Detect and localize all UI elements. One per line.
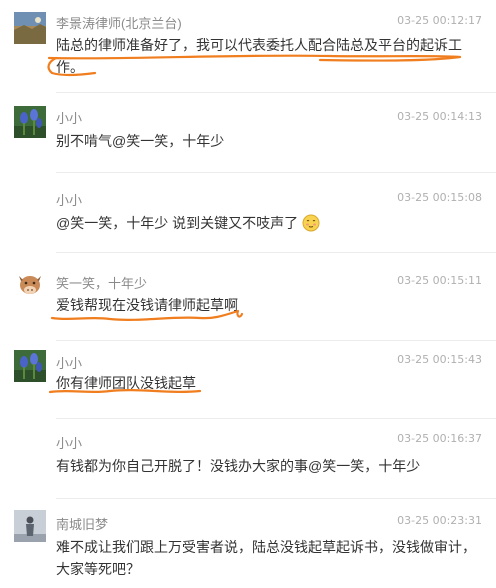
landscape-avatar-icon[interactable] <box>14 12 46 44</box>
comment-username[interactable]: 南城旧梦 <box>56 514 108 533</box>
comment-item: 小小 03-25 00:15:08 @笑一笑，十年少 说到关键又不吱声了 <box>0 172 496 252</box>
comment-item: 南城旧梦 03-25 00:23:31 难不成让我们跟上万受害者说，陆总没钱起草… <box>0 498 496 588</box>
comment-username[interactable]: 小小 <box>56 190 82 209</box>
comment-username[interactable]: 李景涛律师(北京兰台) <box>56 13 182 32</box>
comment-timestamp: 03-25 00:23:31 <box>397 514 482 527</box>
comment-username[interactable]: 小小 <box>56 108 82 127</box>
comment-text: 你有律师团队没钱起草 <box>56 375 196 391</box>
comment-username[interactable]: 笑一笑，十年少 <box>56 273 147 292</box>
comment-timestamp: 03-25 00:15:43 <box>397 353 482 366</box>
cow-avatar-icon[interactable] <box>14 268 46 300</box>
comment-username[interactable]: 小小 <box>56 433 82 452</box>
comment-text: 爱钱帮现在没钱请律师起草啊 <box>56 297 238 313</box>
comment-item: 小小 03-25 00:14:13 别不啃气@笑一笑，十年少 <box>0 92 496 172</box>
comment-timestamp: 03-25 00:14:13 <box>397 110 482 123</box>
comment-text: 陆总的律师准备好了，我可以代表委托人配合陆总及平台的起诉工作。 <box>56 37 462 75</box>
flower-avatar-icon[interactable] <box>14 350 46 382</box>
comment-timestamp: 03-25 00:15:11 <box>397 274 482 287</box>
comment-text: 难不成让我们跟上万受害者说，陆总没钱起草起诉书，没钱做审计，大家等死吧？ <box>56 539 476 577</box>
comment-text-body: @笑一笑，十年少 说到关键又不吱声了 <box>56 215 299 231</box>
comment-item: 小小 03-25 00:16:37 有钱都为你自己开脱了！没钱办大家的事@笑一笑… <box>0 418 496 498</box>
blush-emoji-icon <box>302 214 320 232</box>
comment-item: 小小 03-25 00:15:43 你有律师团队没钱起草 <box>0 340 496 418</box>
comment-timestamp: 03-25 00:15:08 <box>397 191 482 204</box>
comment-timestamp: 03-25 00:12:17 <box>397 14 482 27</box>
flower-avatar-icon[interactable] <box>14 106 46 138</box>
comment-item: 李景涛律师(北京兰台) 03-25 00:12:17 陆总的律师准备好了，我可以… <box>0 0 496 92</box>
comment-timestamp: 03-25 00:16:37 <box>397 432 482 445</box>
comment-text: 有钱都为你自己开脱了！没钱办大家的事@笑一笑，十年少 <box>56 458 421 474</box>
comment-text: 别不啃气@笑一笑，十年少 <box>56 133 225 149</box>
comment-username[interactable]: 小小 <box>56 353 82 372</box>
comment-text: @笑一笑，十年少 说到关键又不吱声了 <box>56 212 476 234</box>
person-avatar-icon[interactable] <box>14 510 46 542</box>
comment-item: 笑一笑，十年少 03-25 00:15:11 爱钱帮现在没钱请律师起草啊 <box>0 252 496 340</box>
